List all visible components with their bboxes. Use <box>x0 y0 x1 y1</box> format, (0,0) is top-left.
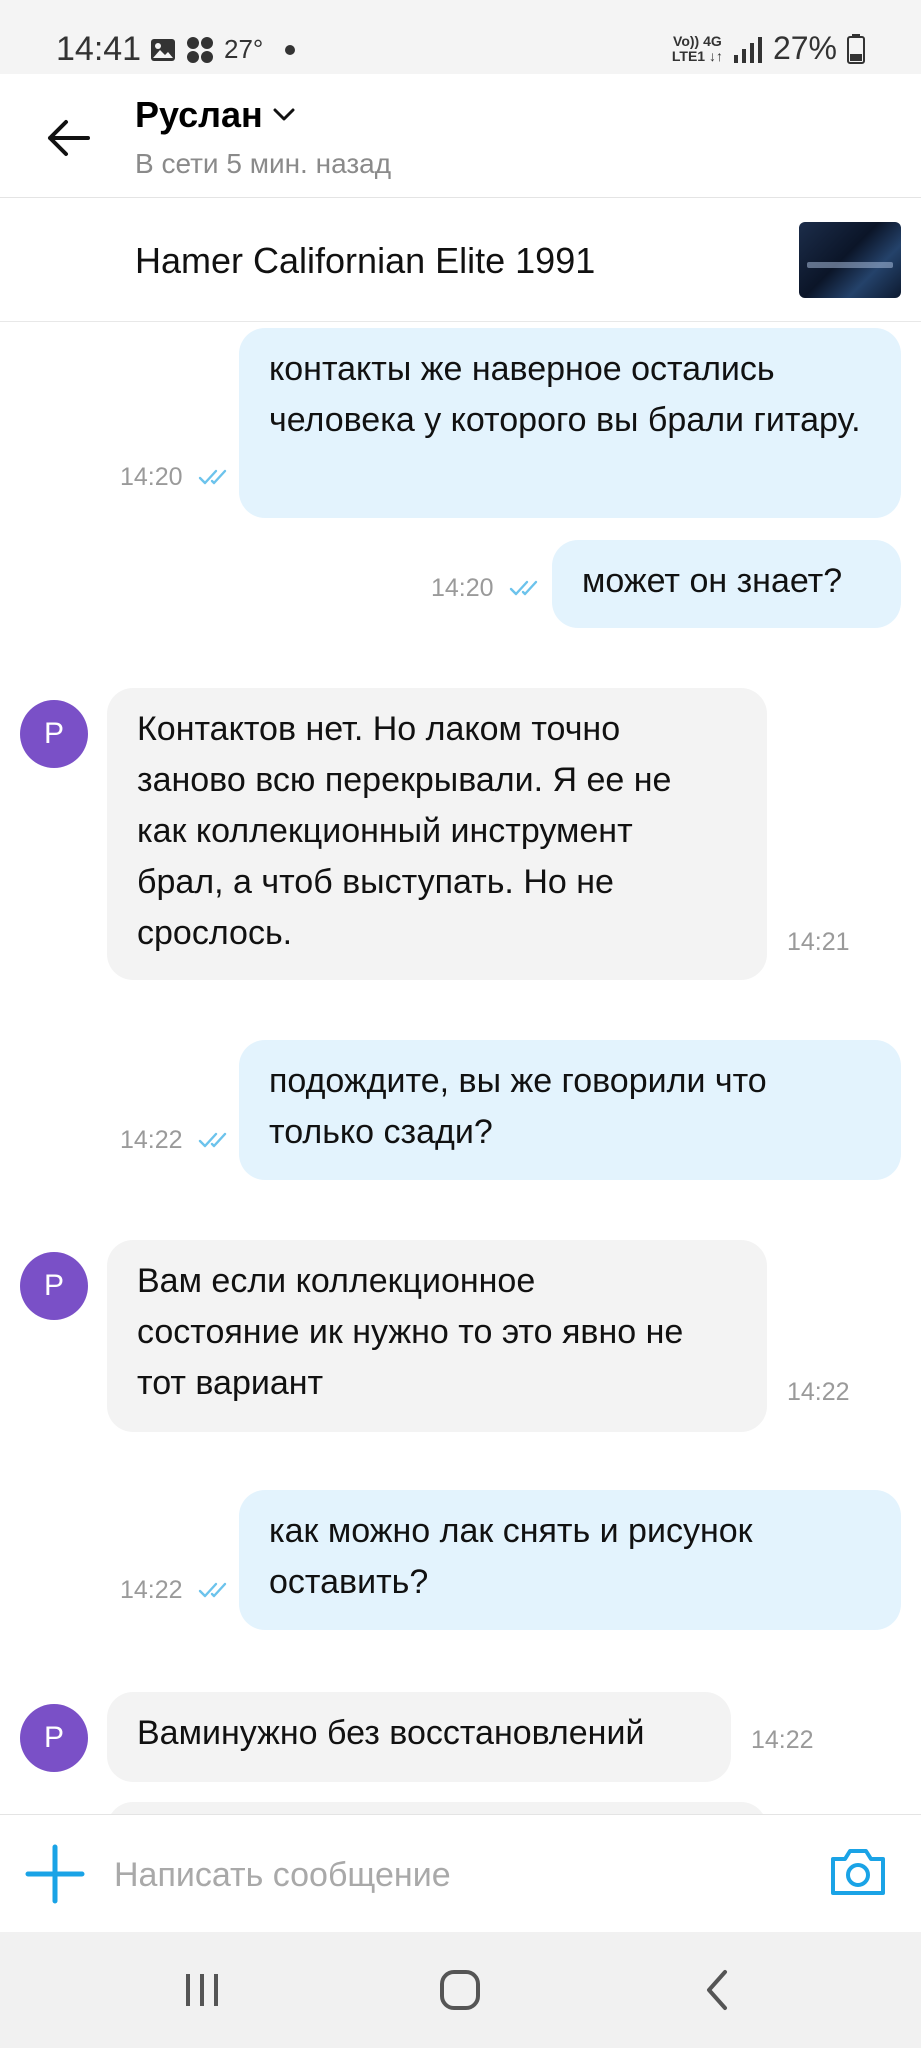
message-composer <box>0 1814 921 1932</box>
message-text: Вам если коллекционное состояние ик нужн… <box>137 1262 684 1402</box>
message-incoming-partial[interactable] <box>107 1802 767 1814</box>
nav-home-button[interactable] <box>430 1962 490 2018</box>
contact-name: Руслан <box>135 94 263 135</box>
read-ticks-icon <box>198 1132 227 1148</box>
status-right-icons: Vo)) 4G LTE1 ↓↑ 27% <box>672 30 865 67</box>
battery-percent: 27% <box>772 30 837 66</box>
chat-header: Руслан В сети 5 мин. назад <box>0 74 921 198</box>
message-time: 14:22 <box>787 1378 850 1406</box>
listing-bar[interactable]: Hamer Californian Elite 1991 <box>0 198 921 322</box>
home-icon <box>440 1970 480 2010</box>
contact-name-button[interactable]: Руслан <box>135 94 295 136</box>
message-incoming[interactable]: Ваминужно без восстановлений <box>107 1692 731 1782</box>
message-text: контакты же наверное остались человека у… <box>269 350 861 439</box>
nav-back-button[interactable] <box>688 1962 748 2018</box>
message-text: Контактов нет. Но лаком точно заново всю… <box>137 710 672 952</box>
message-outgoing[interactable]: контакты же наверное остались человека у… <box>239 328 901 518</box>
message-time: 14:21 <box>787 928 850 956</box>
message-outgoing[interactable]: как можно лак снять и рисунок оставить? <box>239 1490 901 1630</box>
camera-icon <box>831 1849 885 1895</box>
chevron-down-icon <box>273 108 295 121</box>
network-indicator: Vo)) 4G LTE1 ↓↑ <box>671 32 723 64</box>
message-time: 14:22 <box>120 1576 183 1604</box>
notification-dot-icon <box>285 44 296 55</box>
message-outgoing[interactable]: подождите, вы же говорили что только сза… <box>239 1040 901 1180</box>
message-input[interactable] <box>114 1845 774 1905</box>
avatar[interactable]: Р <box>20 1252 88 1320</box>
message-text: Ваминужно без восстановлений <box>137 1714 645 1752</box>
listing-thumbnail[interactable] <box>799 222 901 298</box>
recents-icon <box>186 1974 218 2006</box>
message-time: 14:20 <box>431 574 494 602</box>
nav-back-icon <box>707 1970 727 2010</box>
status-bar: 14:41 27° Vo)) 4G LTE1 ↓↑ 27% <box>0 0 921 74</box>
avatar[interactable]: Р <box>20 1704 88 1772</box>
plus-icon <box>25 1844 85 1904</box>
status-left-icons: 27° <box>150 34 296 65</box>
message-outgoing[interactable]: может он знает? <box>552 540 901 628</box>
read-ticks-icon <box>198 469 227 485</box>
back-button[interactable] <box>38 108 98 168</box>
status-temperature: 27° <box>224 34 264 64</box>
battery-icon <box>847 33 865 64</box>
camera-button[interactable] <box>827 1841 889 1903</box>
signal-icon <box>733 36 762 63</box>
message-incoming[interactable]: Вам если коллекционное состояние ик нужн… <box>107 1240 767 1432</box>
avatar[interactable]: Р <box>20 700 88 768</box>
add-attachment-button[interactable] <box>24 1843 86 1905</box>
message-text: может он знает? <box>582 562 843 600</box>
status-time: 14:41 <box>56 30 142 68</box>
message-time: 14:20 <box>120 463 183 491</box>
contact-status: В сети 5 мин. назад <box>135 148 392 179</box>
read-ticks-icon <box>509 580 538 596</box>
system-navigation-bar <box>0 1932 921 2048</box>
app-dots-icon <box>187 36 213 63</box>
message-text: как можно лак снять и рисунок оставить? <box>269 1512 753 1601</box>
message-text: подождите, вы же говорили что только сза… <box>269 1062 767 1151</box>
gallery-icon <box>151 38 175 61</box>
read-ticks-icon <box>198 1582 227 1598</box>
arrow-left-icon <box>48 120 90 156</box>
message-time: 14:22 <box>751 1726 814 1754</box>
message-list[interactable]: контакты же наверное остались человека у… <box>0 322 921 1814</box>
nav-recents-button[interactable] <box>172 1962 232 2018</box>
message-incoming[interactable]: Контактов нет. Но лаком точно заново всю… <box>107 688 767 980</box>
listing-title: Hamer Californian Elite 1991 <box>135 240 596 281</box>
message-time: 14:22 <box>120 1126 183 1154</box>
